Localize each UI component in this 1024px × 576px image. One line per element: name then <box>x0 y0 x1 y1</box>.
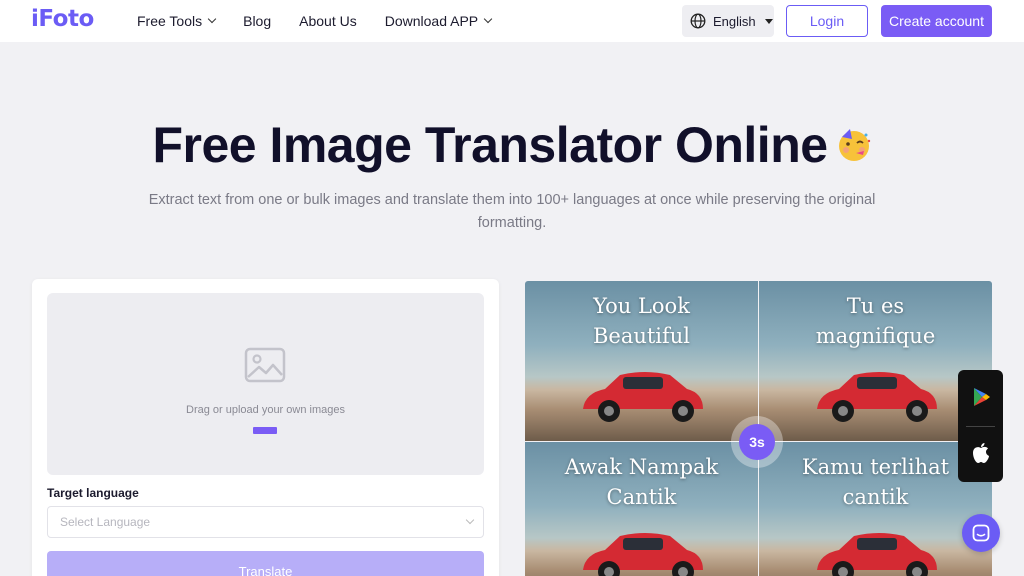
login-button[interactable]: Login <box>786 5 868 37</box>
preview-tile: Awak Nampak Cantik <box>525 442 758 576</box>
logo[interactable]: iFoto <box>31 6 94 32</box>
chevron-down-icon <box>483 14 493 24</box>
page-title-text: Free Image Translator Online <box>152 117 828 173</box>
tile-caption-line2: cantik <box>842 485 909 509</box>
language-selector[interactable]: English <box>682 5 774 37</box>
timer-badge: 3s <box>739 424 775 460</box>
chat-icon <box>972 524 990 542</box>
car-image <box>817 372 937 422</box>
translate-button[interactable]: Translate <box>47 551 484 576</box>
main-nav: Free Tools Blog About Us Download APP <box>137 0 519 42</box>
dropzone-text: Drag or upload your own images <box>186 404 345 416</box>
divider <box>966 426 995 427</box>
tile-caption-line1: Awak Nampak <box>564 455 719 479</box>
apple-icon[interactable] <box>971 442 991 464</box>
language-select[interactable]: Select Language <box>47 506 484 538</box>
google-play-icon[interactable] <box>971 387 991 407</box>
top-header: iFoto Free Tools Blog About Us Download … <box>0 0 1024 42</box>
chat-button[interactable] <box>962 514 1000 552</box>
nav-free-tools-label: Free Tools <box>137 13 203 29</box>
upload-button[interactable] <box>253 427 277 434</box>
image-dropzone[interactable]: Drag or upload your own images <box>47 293 484 475</box>
tile-caption-line2: Beautiful <box>592 324 691 348</box>
tile-caption-line2: magnifique <box>815 324 936 348</box>
nav-about-us-label: About Us <box>299 13 357 29</box>
chevron-down-icon <box>207 14 217 24</box>
car-image <box>583 533 703 576</box>
car-image <box>817 533 937 576</box>
nav-free-tools[interactable]: Free Tools <box>137 13 217 29</box>
tile-caption-line2: Cantik <box>606 485 677 509</box>
nav-blog-label: Blog <box>243 13 272 29</box>
nav-download-app-label: Download APP <box>384 13 479 29</box>
uploader-card: Drag or upload your own images Target la… <box>32 279 499 576</box>
globe-icon <box>690 13 706 29</box>
app-download-widget <box>958 370 1003 482</box>
nav-download-app[interactable]: Download APP <box>384 13 493 29</box>
tile-caption-line1: You Look <box>593 294 690 318</box>
chevron-down-icon <box>465 515 475 525</box>
caret-down-icon <box>764 18 773 24</box>
nav-blog[interactable]: Blog <box>243 13 271 29</box>
create-account-button[interactable]: Create account <box>881 5 992 37</box>
image-placeholder-icon <box>244 347 286 383</box>
party-face-emoji <box>838 128 870 161</box>
page-subtitle: Extract text from one or bulk images and… <box>148 192 876 231</box>
tile-caption-line1: Tu es <box>846 294 905 318</box>
car-image <box>583 372 703 422</box>
target-language-label: Target language <box>47 486 139 500</box>
language-label: English <box>713 13 756 29</box>
preview-tile: You Look Beautiful <box>525 281 758 441</box>
nav-about-us[interactable]: About Us <box>299 13 357 29</box>
page-title: Free Image Translator Online <box>0 116 1024 174</box>
language-select-placeholder: Select Language <box>60 515 151 529</box>
